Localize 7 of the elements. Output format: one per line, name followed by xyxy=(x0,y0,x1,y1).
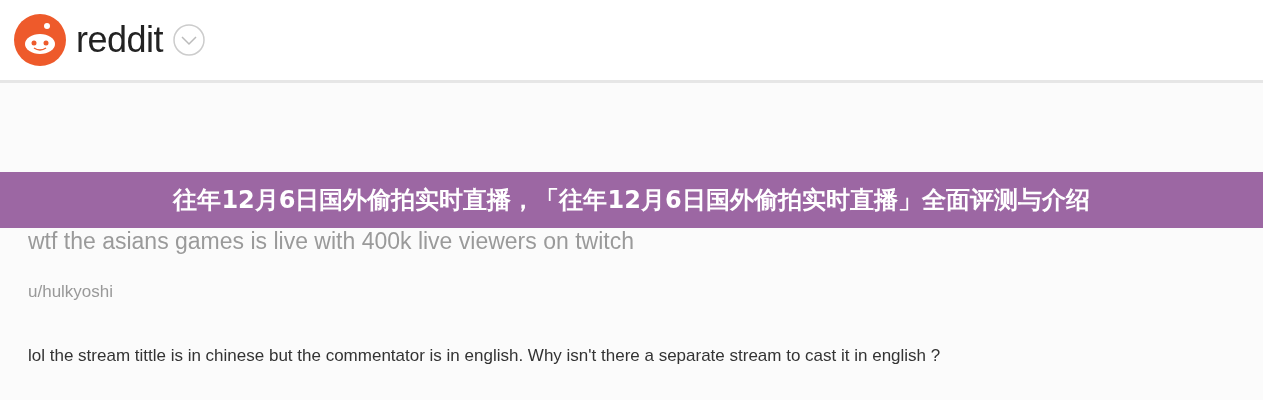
chevron-down-icon[interactable] xyxy=(173,24,206,56)
post-title: wtf the asians games is live with 400k live viewers on twitch xyxy=(28,227,635,256)
reddit-logo-icon xyxy=(14,14,66,66)
comment-text: lol the stream tittle is in chinese but the commentator is in english. Why isn't there a separate stream to cast it in english ? xyxy=(28,346,942,366)
username: u/hulkyoshi xyxy=(28,282,115,302)
logo-text: reddit xyxy=(76,19,164,61)
banner-title: 往年12月6日国外偷拍实时直播，「往年12月6日国外偷拍实时直播」全面评测与介绍 xyxy=(173,185,1090,216)
